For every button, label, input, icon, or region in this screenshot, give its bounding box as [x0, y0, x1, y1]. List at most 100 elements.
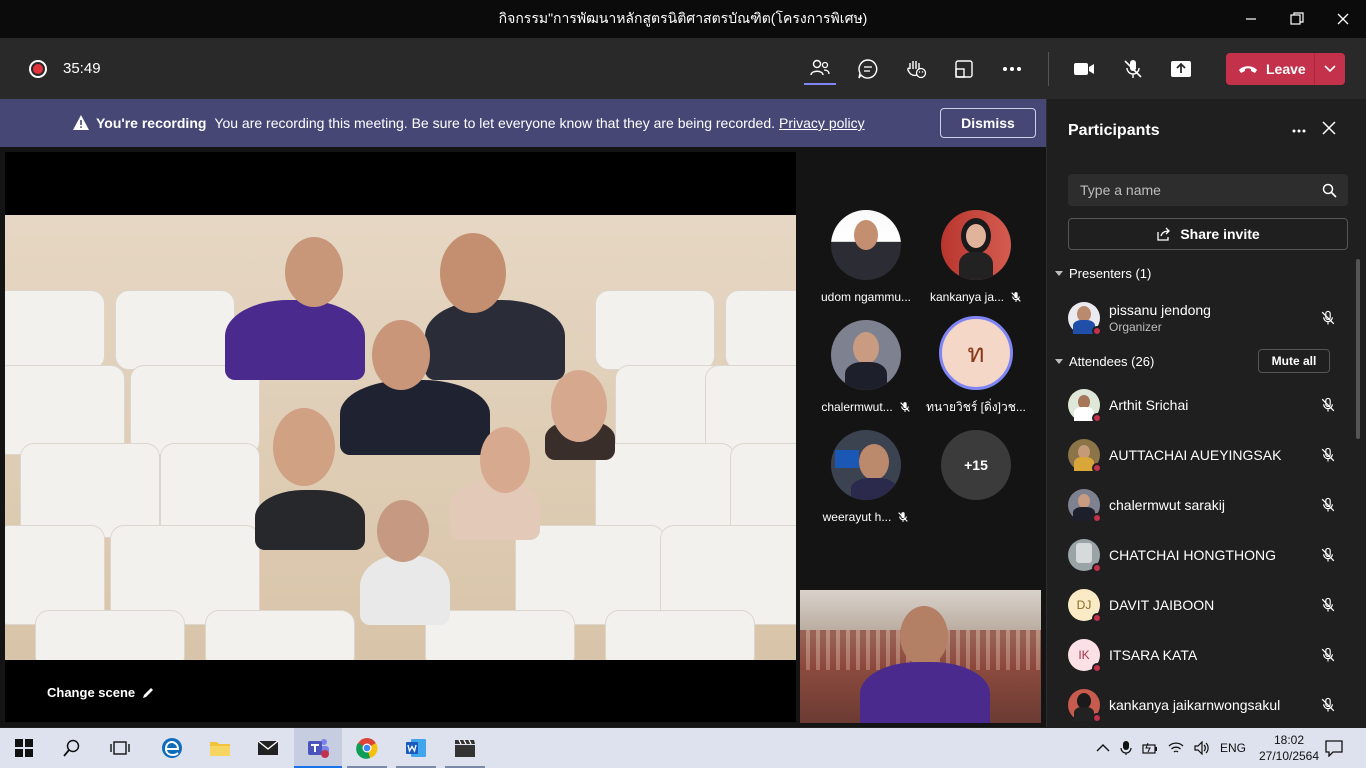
- chevron-up-icon[interactable]: [1096, 743, 1110, 753]
- change-scene-button[interactable]: Change scene: [47, 685, 155, 700]
- participant-tile[interactable]: udom ngammu...: [811, 210, 921, 304]
- overflow-count: +15: [941, 430, 1011, 500]
- mute-all-button[interactable]: Mute all: [1258, 349, 1330, 373]
- edge-app[interactable]: [148, 728, 196, 768]
- participant-name: Arthit Srichai: [1109, 397, 1189, 413]
- participant-tile[interactable]: chalermwut...: [811, 320, 921, 414]
- participant-name: DAVIT JAIBOON: [1109, 597, 1215, 613]
- mail-app[interactable]: [244, 728, 292, 768]
- chat-icon: [858, 59, 878, 79]
- participant-name: chalermwut sarakij: [1109, 497, 1225, 513]
- close-window-button[interactable]: [1320, 0, 1366, 38]
- mic-off-icon: [1321, 447, 1335, 462]
- participant-row[interactable]: kankanya jaikarnwongsakul: [1068, 685, 1338, 725]
- rooms-button[interactable]: [948, 53, 980, 85]
- leave-button-group: Leave: [1226, 53, 1345, 85]
- avatar: [1068, 539, 1102, 573]
- avatar: [941, 210, 1011, 280]
- panel-close-button[interactable]: [1322, 121, 1336, 140]
- participant-tile[interactable]: kankanya ja...: [921, 210, 1031, 304]
- input-language[interactable]: ENG: [1220, 741, 1246, 755]
- banner-message: You are recording this meeting. Be sure …: [214, 115, 776, 131]
- participants-toggle-button[interactable]: [804, 53, 836, 85]
- participant-role: Organizer: [1109, 320, 1162, 334]
- participant-row[interactable]: DJ DAVIT JAIBOON: [1068, 585, 1338, 625]
- search-taskbar-button[interactable]: [48, 728, 96, 768]
- teams-app[interactable]: [294, 728, 342, 768]
- leave-options-button[interactable]: [1315, 65, 1345, 73]
- attendees-section-toggle[interactable]: Attendees (26): [1055, 354, 1154, 369]
- mic-off-icon: [1321, 497, 1335, 512]
- avatar-initials: IK: [1078, 648, 1090, 662]
- file-explorer-app[interactable]: [196, 728, 244, 768]
- panel-more-button[interactable]: [1291, 119, 1307, 144]
- tile-name: ทนายวิชร์ [ดิ่ง]วช...: [926, 400, 1026, 414]
- presenters-label: Presenters (1): [1069, 266, 1152, 281]
- avatar: [1068, 689, 1102, 723]
- breakout-rooms-icon: [955, 60, 973, 78]
- leave-button[interactable]: Leave: [1226, 61, 1314, 77]
- mic-off-icon: [1321, 310, 1335, 325]
- microphone-icon[interactable]: [1120, 740, 1132, 756]
- minimize-button[interactable]: [1228, 0, 1274, 38]
- participant-row[interactable]: AUTTACHAI AUEYINGSAK: [1068, 435, 1338, 475]
- privacy-policy-link[interactable]: Privacy policy: [779, 115, 865, 131]
- start-button[interactable]: [0, 728, 48, 768]
- clapperboard-icon: [455, 739, 475, 757]
- warning-icon: [73, 115, 89, 130]
- mic-off-icon: [1321, 597, 1335, 612]
- volume-icon[interactable]: [1194, 741, 1210, 755]
- change-scene-label: Change scene: [47, 685, 136, 700]
- camera-icon: [1074, 63, 1094, 75]
- chrome-app[interactable]: [343, 728, 391, 768]
- battery-icon[interactable]: [1142, 741, 1158, 755]
- word-app[interactable]: [392, 728, 440, 768]
- participant-row[interactable]: Arthit Srichai: [1068, 385, 1338, 425]
- overflow-tile[interactable]: +15: [921, 430, 1031, 500]
- avatar: [831, 430, 901, 500]
- presenters-section-toggle[interactable]: Presenters (1): [1055, 266, 1151, 281]
- reactions-button[interactable]: [900, 53, 932, 85]
- avatar: [1068, 302, 1102, 336]
- share-screen-button[interactable]: [1165, 53, 1197, 85]
- notifications-button[interactable]: [1310, 728, 1358, 768]
- mic-button[interactable]: [1117, 53, 1149, 85]
- dismiss-button[interactable]: Dismiss: [940, 108, 1036, 138]
- participant-row[interactable]: IK ITSARA KATA: [1068, 635, 1338, 675]
- avatar: [1068, 389, 1102, 423]
- mic-off-icon: [1321, 697, 1335, 712]
- participant-name: CHATCHAI HONGTHONG: [1109, 547, 1276, 563]
- initials-avatar: ท: [939, 316, 1013, 390]
- participant-tile[interactable]: weerayut h...: [811, 430, 921, 524]
- participant-tile[interactable]: ท ทนายวิชร์ [ดิ่ง]วช...: [921, 316, 1031, 417]
- participant-row[interactable]: pissanu jendong Organizer: [1068, 298, 1338, 338]
- mail-icon: [257, 740, 279, 755]
- toolbar-divider: [1048, 52, 1049, 86]
- task-view-button[interactable]: [96, 728, 144, 768]
- mic-off-icon: [1321, 547, 1335, 562]
- share-tray-icon: [1171, 61, 1191, 77]
- tile-name: chalermwut...: [821, 400, 893, 414]
- panel-scrollbar[interactable]: [1356, 259, 1360, 439]
- close-icon: [1322, 121, 1336, 135]
- participant-row[interactable]: chalermwut sarakij: [1068, 485, 1338, 525]
- search-icon: [63, 739, 80, 757]
- participant-search-input[interactable]: [1068, 174, 1348, 206]
- chat-button[interactable]: [852, 53, 884, 85]
- participant-row[interactable]: CHATCHAI HONGTHONG: [1068, 535, 1338, 575]
- teams-icon: [308, 739, 329, 758]
- maximize-button[interactable]: [1274, 0, 1320, 38]
- self-view-video: [800, 590, 1041, 723]
- video-editor-app[interactable]: [441, 728, 489, 768]
- participant-name: AUTTACHAI AUEYINGSAK: [1109, 447, 1282, 463]
- more-actions-button[interactable]: [996, 53, 1028, 85]
- folder-icon: [210, 742, 230, 756]
- word-icon: [406, 739, 426, 757]
- avatar: [831, 210, 901, 280]
- share-invite-button[interactable]: Share invite: [1068, 218, 1348, 250]
- wifi-icon[interactable]: [1168, 741, 1184, 755]
- tile-name: weerayut h...: [822, 510, 892, 524]
- camera-button[interactable]: [1068, 53, 1100, 85]
- mic-off-icon: [1011, 292, 1021, 302]
- mic-off-icon: [898, 512, 909, 522]
